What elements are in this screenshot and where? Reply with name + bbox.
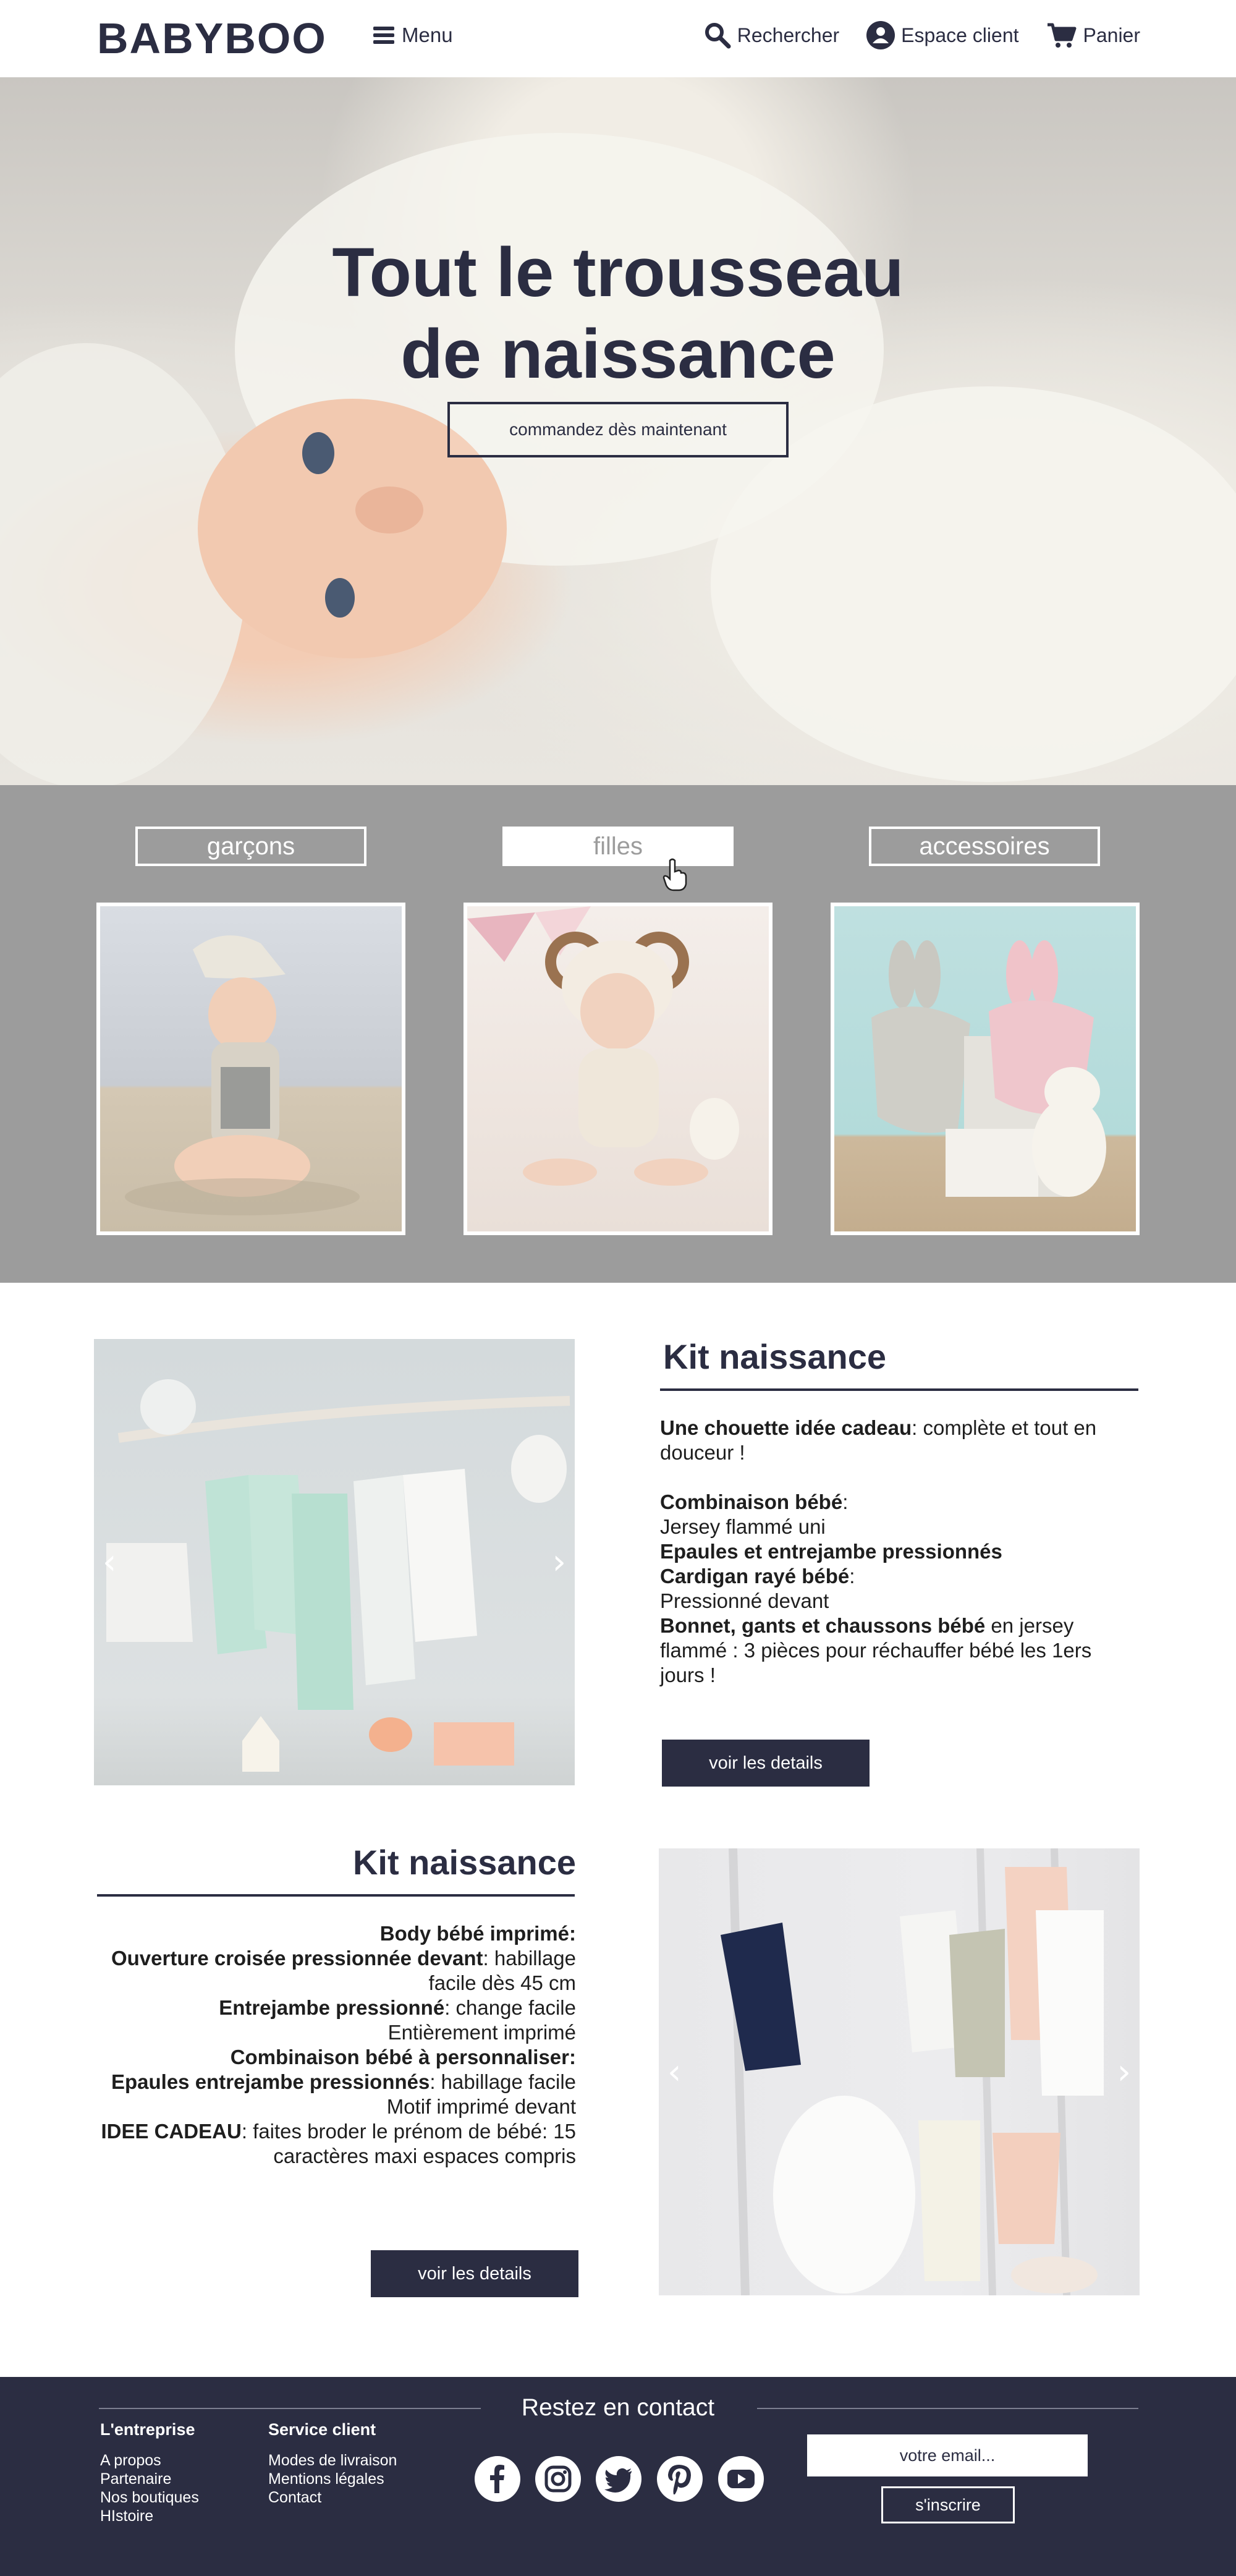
account-label: Espace client	[901, 23, 1019, 46]
kit2-photo	[721, 1848, 1104, 2295]
kit1-l5: Pressionné devant	[660, 1589, 829, 1612]
boy-photo	[125, 935, 360, 1215]
kit2-title-rule	[97, 1894, 575, 1897]
company-links: A propos Partenaire Nos boutiques HIstoi…	[100, 2451, 199, 2525]
footer-link-legal[interactable]: Mentions légales	[268, 2470, 397, 2488]
twitter-icon[interactable]	[596, 2456, 641, 2502]
footer-link-contact[interactable]: Contact	[268, 2488, 397, 2507]
kit1-l6-bold: Bonnet, gants et chaussons bébé	[660, 1614, 986, 1637]
footer-link-shipping[interactable]: Modes de livraison	[268, 2451, 397, 2470]
email-input[interactable]: votre email...	[807, 2434, 1088, 2476]
kit1-title: Kit naissance	[663, 1337, 887, 1376]
hand-cursor-icon	[662, 858, 687, 891]
hero-photo-blanket-2	[711, 386, 1236, 782]
kit1-l3-bold: Epaules et entrejambe pressionnés	[660, 1540, 1002, 1563]
company-title: L'entreprise	[100, 2420, 195, 2439]
hero-title: Tout le trousseau de naissance	[0, 232, 1236, 395]
kit1-p1-bold: Une chouette idée cadeau	[660, 1416, 912, 1439]
user-icon	[866, 21, 895, 49]
kit1-l4-rest: :	[849, 1565, 855, 1588]
kit2-details-button[interactable]: voir les details	[371, 2250, 578, 2297]
footer-link-partner[interactable]: Partenaire	[100, 2470, 199, 2488]
kit1-image-carousel[interactable]: ‹ ›	[94, 1339, 575, 1785]
search-label: Rechercher	[737, 23, 840, 46]
contact-title: Restez en contact	[521, 2394, 715, 2421]
kit2-l2-bold: Ouverture croisée pressionnée devant	[111, 1947, 483, 1970]
kit2-l3-rest: : change facile	[444, 1996, 576, 2019]
kit1-description: Une chouette idée cadeau: complète et to…	[660, 1416, 1136, 1688]
tab-garcons[interactable]: garçons	[135, 827, 366, 866]
kit1-details-button[interactable]: voir les details	[662, 1740, 870, 1787]
hero-banner: Tout le trousseau de naissance commandez…	[0, 77, 1236, 785]
kit2-l7: Motif imprimé devant	[386, 2095, 576, 2118]
hero-title-line1: Tout le trousseau	[332, 234, 904, 311]
pinterest-glyph	[668, 2465, 691, 2494]
category-image-filles[interactable]	[464, 903, 772, 1235]
account-link[interactable]: Espace client	[866, 21, 1019, 49]
kit1-photo	[106, 1379, 570, 1772]
facebook-icon[interactable]	[475, 2456, 520, 2502]
plush-toys-photo	[871, 940, 1106, 1197]
search-link[interactable]: Rechercher	[704, 22, 839, 49]
footer-link-about[interactable]: A propos	[100, 2451, 199, 2470]
kit2-l3-bold: Entrejambe pressionné	[219, 1996, 445, 2019]
kit2-title: Kit naissance	[352, 1843, 576, 1882]
twitter-glyph	[604, 2468, 632, 2493]
tab-filles[interactable]: filles	[502, 827, 734, 866]
kit2-l6-bold: Epaules entrejambe pressionnés	[111, 2070, 430, 2093]
hero-title-line2: de naissance	[400, 315, 836, 393]
category-image-garcons[interactable]	[96, 903, 405, 1235]
kit2-l5-bold: Combinaison bébé à personnaliser:	[230, 2046, 576, 2068]
subscribe-button[interactable]: s'inscrire	[881, 2486, 1015, 2523]
header-nav: Rechercher Espace client Panier	[704, 21, 1140, 49]
hero-order-button[interactable]: commandez dès maintenant	[447, 402, 789, 457]
youtube-glyph	[727, 2470, 755, 2488]
instagram-glyph	[544, 2465, 572, 2493]
service-title: Service client	[268, 2420, 376, 2439]
kit2-l8-bold: IDEE CADEAU	[101, 2120, 242, 2143]
kit2-l4: Entièrement imprimé	[387, 2021, 576, 2044]
tab-accessoires[interactable]: accessoires	[869, 827, 1100, 866]
cart-label: Panier	[1083, 23, 1141, 46]
facebook-glyph	[490, 2465, 504, 2493]
hamburger-icon	[373, 27, 394, 44]
kit2-description: Body bébé imprimé: Ouverture croisée pre…	[99, 1921, 576, 2169]
kit2-next-arrow[interactable]: ›	[1117, 2052, 1131, 2092]
service-links: Modes de livraison Mentions légales Cont…	[268, 2451, 397, 2507]
girl-photo	[467, 906, 739, 1186]
kit1-next-arrow[interactable]: ›	[552, 1542, 566, 1583]
search-icon	[705, 23, 731, 49]
menu-label: Menu	[402, 23, 453, 46]
footer-link-stores[interactable]: Nos boutiques	[100, 2488, 199, 2507]
menu-button[interactable]: Menu	[373, 23, 453, 47]
kit2-l8-rest: : faites broder le prénom de bébé: 15 ca…	[241, 2120, 576, 2167]
kit1-l1-rest: :	[842, 1490, 849, 1513]
pinterest-icon[interactable]	[657, 2456, 703, 2502]
cart-icon	[1047, 23, 1076, 48]
youtube-icon[interactable]	[718, 2456, 764, 2502]
kit1-l2: Jersey flammé uni	[660, 1515, 826, 1538]
kit2-l1-bold: Body bébé imprimé:	[379, 1922, 576, 1945]
kit1-title-rule	[660, 1388, 1138, 1391]
footer-link-history[interactable]: HIstoire	[100, 2507, 199, 2525]
kit2-prev-arrow[interactable]: ‹	[667, 2052, 681, 2092]
site-logo[interactable]: BABYBOO	[97, 14, 327, 63]
kit1-prev-arrow[interactable]: ‹	[103, 1542, 116, 1583]
cart-link[interactable]: Panier	[1046, 21, 1141, 49]
kit2-l6-rest: : habillage facile	[430, 2070, 576, 2093]
category-image-accessoires[interactable]	[831, 903, 1140, 1235]
kit2-image-carousel[interactable]: ‹ ›	[659, 1848, 1140, 2295]
category-section: garçons filles accessoires	[0, 785, 1236, 1283]
site-footer: Restez en contact L'entreprise A propos …	[0, 2377, 1236, 2576]
kit1-l4-bold: Cardigan rayé bébé	[660, 1565, 850, 1588]
site-header: BABYBOO Menu Rechercher Espace client Pa…	[0, 0, 1236, 77]
kit1-l1-bold: Combinaison bébé	[660, 1490, 843, 1513]
instagram-icon[interactable]	[535, 2456, 581, 2502]
